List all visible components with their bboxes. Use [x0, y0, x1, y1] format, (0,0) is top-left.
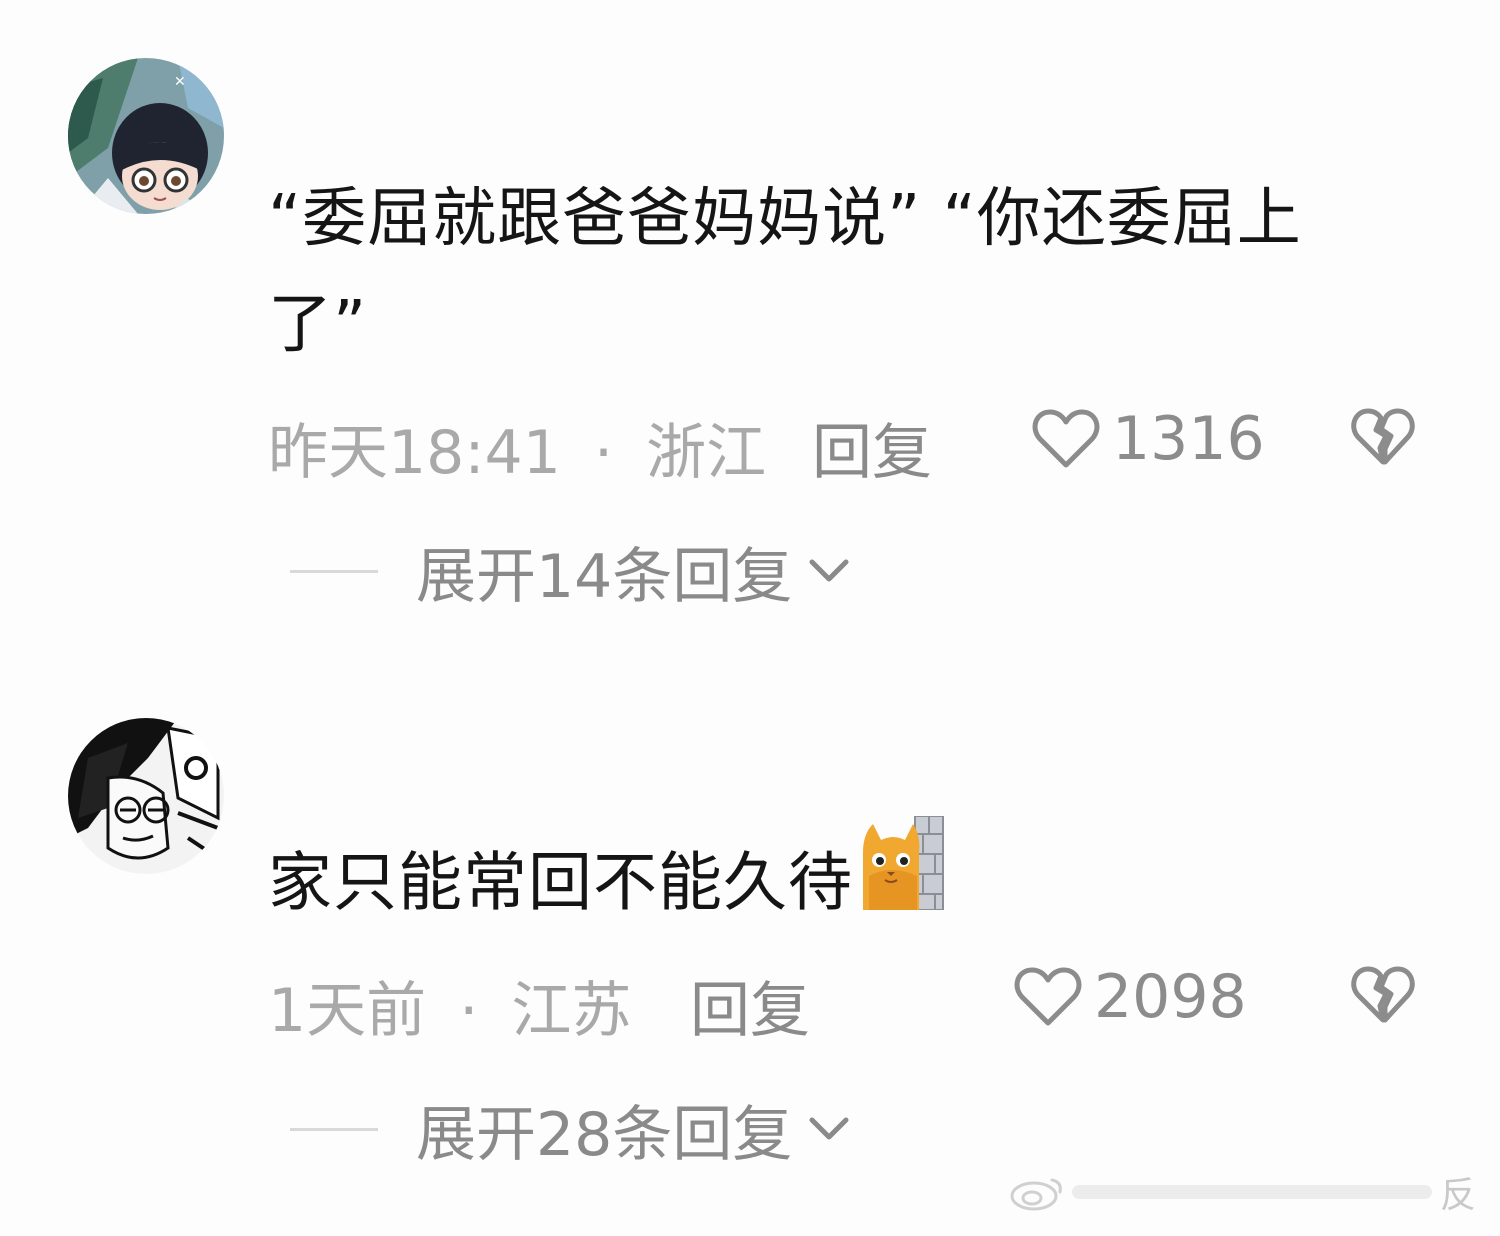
- weibo-logo-icon: [1010, 1178, 1062, 1211]
- watermark-text: 反: [1439, 1175, 1476, 1216]
- comment-location: 江苏: [511, 976, 632, 1046]
- comment-text-content: 家只能常回不能久待: [268, 846, 853, 921]
- comment-time: 昨天18:41: [268, 418, 561, 488]
- dislike-button[interactable]: [1350, 406, 1416, 483]
- heart-icon: [1032, 409, 1100, 468]
- blurred-username-bar: [1071, 1185, 1432, 1199]
- meta-separator: ·: [594, 418, 614, 488]
- watermark: 反: [1008, 1166, 1476, 1218]
- like-count: 1316: [1112, 404, 1265, 474]
- expand-replies-label: 展开28条回复: [416, 1099, 793, 1170]
- like-count: 2098: [1094, 962, 1247, 1032]
- meta-separator: ·: [459, 976, 479, 1046]
- comment-location: 浙江: [646, 418, 767, 488]
- heart-icon: [1014, 967, 1082, 1026]
- cat-behind-wall-icon: [859, 815, 945, 942]
- expand-replies-label: 展开14条回复: [416, 541, 793, 612]
- manga-avatar-icon: [68, 718, 224, 874]
- user-avatar[interactable]: ✕: [68, 58, 224, 214]
- comment-text: 家只能常回不能久待: [268, 815, 1398, 950]
- chevron-down-icon: [809, 1117, 849, 1140]
- comment-time: 1天前: [268, 976, 427, 1046]
- comment-time-location: 1天前 · 江苏: [268, 962, 631, 1049]
- expand-replies-button[interactable]: 展开28条回复: [290, 1094, 850, 1170]
- like-button[interactable]: 2098: [1014, 962, 1247, 1032]
- reply-button[interactable]: 回复: [690, 962, 810, 1049]
- reply-button[interactable]: 回复: [812, 404, 932, 491]
- anime-avatar-glasses-icon: ✕: [68, 58, 224, 214]
- svg-text:✕: ✕: [174, 74, 186, 90]
- user-avatar[interactable]: [68, 718, 224, 874]
- expand-replies-button[interactable]: 展开14条回复: [290, 536, 850, 612]
- chevron-down-icon: [809, 559, 849, 582]
- divider-line: [290, 569, 378, 573]
- like-button[interactable]: 1316: [1032, 404, 1265, 474]
- comment-text: “委屈就跟爸爸妈妈说” “你还委屈上了”: [268, 182, 1302, 362]
- dislike-button[interactable]: [1350, 964, 1416, 1041]
- broken-heart-icon: [1351, 408, 1415, 465]
- divider-line: [290, 1127, 378, 1131]
- comment-time-location: 昨天18:41 · 浙江: [268, 404, 766, 491]
- broken-heart-icon: [1351, 966, 1415, 1023]
